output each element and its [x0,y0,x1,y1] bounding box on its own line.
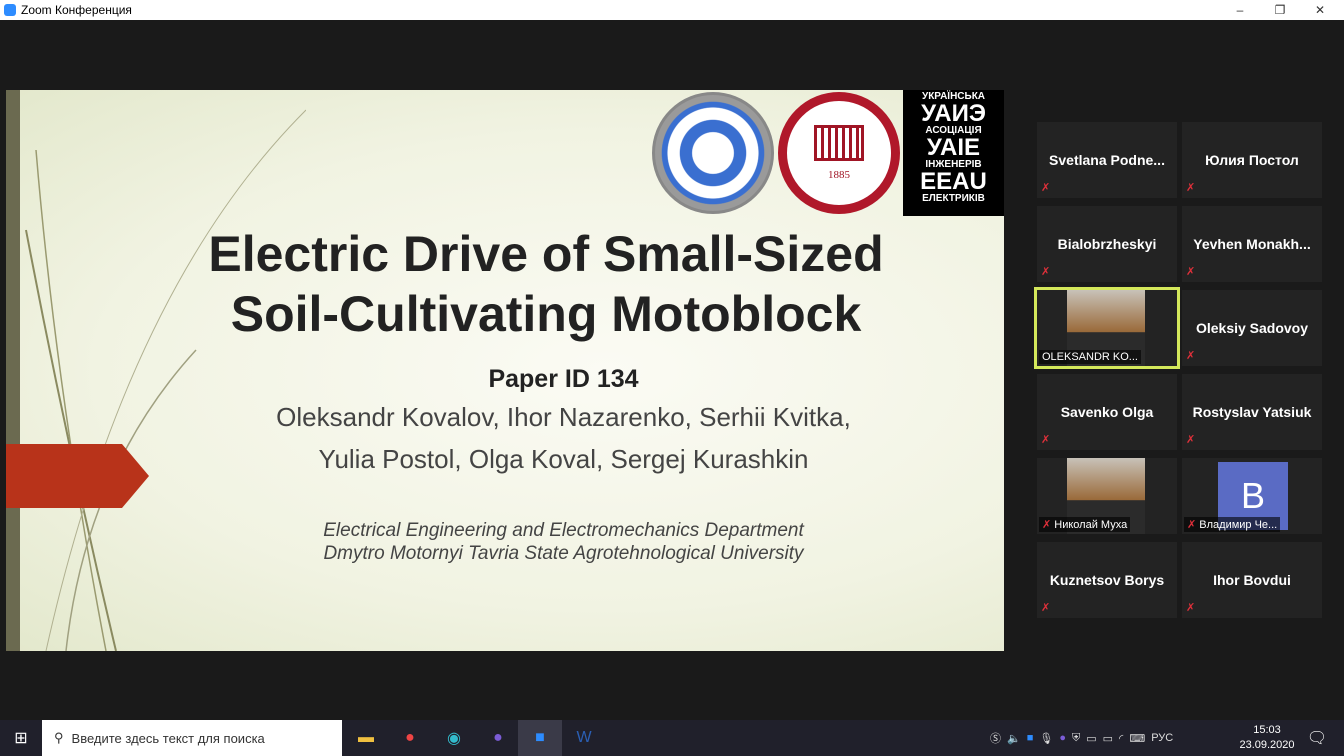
mic-muted-icon: ✗ [1186,434,1196,446]
shared-screen-slide: 1885 УКРАЇНСЬКА УАИЭ АСОЦІАЦІЯ УАIE ІНЖЕНЕРІ… [6,90,1004,651]
zoom-tray-icon[interactable]: ■ [1027,732,1034,744]
khpi-logo: 1885 [778,92,900,214]
search-icon: ⚲ [54,730,64,745]
wifi-icon[interactable]: ◜ [1119,732,1123,745]
participant-name: Savenko Olga [1060,404,1154,420]
red-arrow-shape [6,444,149,508]
participant-name: Kuznetsov Borys [1049,572,1165,588]
participant-tile[interactable]: Юлия Постол ✗ [1182,122,1322,198]
window-titlebar: Zoom Конференция – ❐ ✕ [0,0,1344,20]
participant-tile[interactable]: ✗ Николай Муха [1037,458,1177,534]
word-icon[interactable]: W [562,720,606,756]
participant-name: OLEKSANDR KO... [1039,350,1141,364]
paper-id: Paper ID 134 [488,365,639,393]
participant-tile[interactable]: Ihor Bovdui ✗ [1182,542,1322,618]
participant-tile[interactable]: Kuznetsov Borys ✗ [1037,542,1177,618]
viber-tray-icon[interactable]: ● [1059,732,1066,744]
participant-tile[interactable]: Bialobrzheskyi ✗ [1037,206,1177,282]
zoom-taskbar-icon[interactable]: ■ [518,720,562,756]
search-placeholder: Введите здесь текст для поиска [71,730,265,746]
participant-tile[interactable]: Yevhen Monakh... ✗ [1182,206,1322,282]
mic-muted-icon: ✗ [1186,266,1196,278]
participant-tile[interactable]: Savenko Olga ✗ [1037,374,1177,450]
eeau-logo: УКРАЇНСЬКА УАИЭ АСОЦІАЦІЯ УАIE ІНЖЕНЕРІВ EEAU… [903,90,1004,216]
mic-muted-icon: ✗ [1041,182,1051,194]
department-line: Electrical Engineering and Electromechan… [323,520,804,541]
mic-muted-icon: ✗ [1187,519,1200,531]
participant-name: Bialobrzheskyi [1057,236,1157,252]
clock-time: 15:03 [1253,724,1281,736]
authors-line2: Yulia Postol, Olga Koval, Sergej Kurashk… [318,444,809,474]
mic-muted-icon: ✗ [1186,350,1196,362]
mic-muted-icon: ✗ [1041,602,1051,614]
participant-name: Svetlana Podne... [1049,152,1165,168]
participant-name: ✗ Николай Муха [1039,517,1131,532]
battery-icon[interactable]: ▭ [1103,732,1113,745]
participant-name: Ihor Bovdui [1213,572,1291,588]
participant-tile[interactable]: Oleksiy Sadovoy ✗ [1182,290,1322,366]
participant-name: Yevhen Monakh... [1193,236,1311,252]
authors-line1: Oleksandr Kovalov, Ihor Nazarenko, Serhi… [276,402,851,432]
participant-tile[interactable]: OLEKSANDR KO... [1034,287,1180,369]
mic-muted-icon: ✗ [1041,266,1051,278]
minimize-button[interactable]: – [1220,0,1260,20]
windows-start-icon[interactable]: ⊞ [0,720,42,756]
microphone-icon[interactable]: 🎙 [1039,732,1053,745]
slide-title-line1: Electric Drive of Small-Sized [208,226,884,282]
zoom-app-icon [4,4,16,16]
mic-muted-icon: ✗ [1186,182,1196,194]
taskbar-search-box[interactable]: ⚲ Введите здесь текст для поиска [42,720,342,756]
participant-name: Юлия Постол [1205,152,1299,168]
security-icon[interactable]: ⛨ [1072,732,1080,745]
file-explorer-icon[interactable]: ▬ [344,720,388,756]
khpi-year: 1885 [828,169,850,181]
participant-tile[interactable]: Rostyslav Yatsiuk ✗ [1182,374,1322,450]
restore-button[interactable]: ❐ [1260,0,1300,20]
chrome-icon[interactable]: ● [388,720,432,756]
windows-taskbar: ⊞ ⚲ Введите здесь текст для поиска ▬ ● ◉ … [0,720,1344,756]
mic-muted-icon: ✗ [1041,434,1051,446]
skype-icon[interactable]: Ⓢ [990,730,1001,746]
volume-icon[interactable]: 🔈 [1007,732,1021,745]
language-indicator[interactable]: РУС [1151,732,1173,744]
university-medal-logo [652,92,774,214]
participant-name: Rostyslav Yatsiuk [1192,404,1312,420]
mic-muted-icon: ✗ [1042,519,1055,531]
university-line: Dmytro Motornyi Tavria State Agrotehnolo… [323,543,804,564]
close-button[interactable]: ✕ [1300,0,1340,20]
mic-muted-icon: ✗ [1186,602,1196,614]
slide-title-line2: Soil-Cultivating Motoblock [230,286,862,342]
viber-icon[interactable]: ● [476,720,520,756]
participant-tile[interactable]: B ✗ Владимир Че... [1182,458,1322,534]
system-tray: Ⓢ 🔈 ■ 🎙 ● ⛨ ▭ ▭ ◜ ⌨ РУС [990,720,1173,756]
notifications-icon[interactable]: 🗨 [1295,720,1339,756]
display-icon[interactable]: ▭ [1086,732,1096,745]
participant-gallery: Svetlana Podne... ✗ Юлия Постол ✗ Bialobrzhe… [1034,122,1322,618]
participant-tile[interactable]: Svetlana Podne... ✗ [1037,122,1177,198]
keyboard-icon[interactable]: ⌨ [1129,732,1145,745]
window-title: Zoom Конференция [21,3,132,17]
edge-icon[interactable]: ◉ [432,720,476,756]
participant-name: Oleksiy Sadovoy [1195,320,1309,336]
clock-date: 23.09.2020 [1239,739,1295,751]
clock[interactable]: 15:03 23.09.2020 [1236,723,1298,753]
participant-name: ✗ Владимир Че... [1184,517,1281,532]
